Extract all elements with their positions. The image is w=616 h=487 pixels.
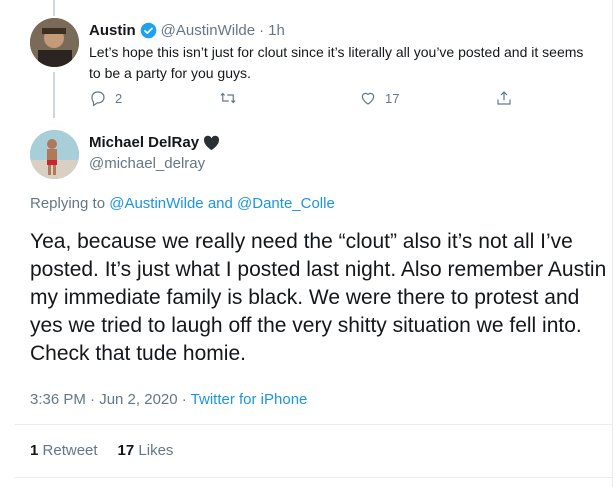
- avatar[interactable]: [30, 130, 79, 179]
- mention-link[interactable]: @AustinWilde: [109, 195, 203, 212]
- like-count: 17: [385, 90, 400, 106]
- like-label: Likes: [138, 442, 174, 459]
- like-stat[interactable]: 17 Likes: [118, 442, 174, 459]
- reply-button[interactable]: 2: [89, 89, 122, 107]
- reply-count: 2: [115, 90, 123, 106]
- author-name[interactable]: Michael DelRay: [89, 134, 199, 151]
- tweet-text: Let’s hope this isn’t just for clout sin…: [89, 44, 584, 81]
- replying-prefix: Replying to: [30, 195, 106, 212]
- tweet-timestamp[interactable]: 3:36 PM · Jun 2, 2020 ·: [30, 391, 187, 408]
- avatar[interactable]: [30, 18, 79, 67]
- tweet-text: Yea, because we really need the “clout” …: [30, 230, 607, 365]
- divider: [15, 477, 613, 478]
- share-icon: [497, 91, 511, 105]
- thread-line: [53, 72, 55, 118]
- replying-to: Replying to @AustinWilde and @Dante_Coll…: [30, 195, 335, 212]
- retweet-count: 1: [30, 442, 39, 459]
- thread-line-top: [53, 0, 55, 16]
- parent-tweet[interactable]: Austin @AustinWilde · 1h Let’s hope this…: [0, 0, 613, 118]
- author-handle[interactable]: @AustinWilde: [161, 22, 255, 39]
- retweet-button[interactable]: [219, 89, 245, 107]
- mention-link[interactable]: @Dante_Colle: [237, 195, 335, 212]
- separator: ·: [259, 21, 265, 39]
- retweet-stat[interactable]: 1 Retweet: [30, 442, 98, 459]
- divider: [15, 424, 613, 425]
- share-button[interactable]: [495, 89, 513, 107]
- tweet-actions: 2 17: [89, 89, 519, 111]
- tweet-time[interactable]: 1h: [268, 22, 285, 39]
- tweet-source[interactable]: Twitter for iPhone: [191, 391, 308, 408]
- author-name[interactable]: Austin: [89, 22, 136, 39]
- tweet-meta: 3:36 PM · Jun 2, 2020 · Twitter for iPho…: [30, 391, 307, 408]
- black-heart-icon: [204, 135, 220, 150]
- retweet-icon: [220, 92, 236, 104]
- like-icon: [361, 92, 375, 105]
- like-button[interactable]: 17: [359, 89, 399, 107]
- retweet-label: Retweet: [42, 442, 98, 459]
- like-count: 17: [117, 442, 135, 459]
- reply-icon: [91, 91, 105, 107]
- replying-and[interactable]: and: [208, 195, 233, 212]
- verified-badge-icon: [140, 22, 156, 38]
- tweet-stats: 1 Retweet 17 Likes: [30, 442, 193, 459]
- author-handle[interactable]: @michael_delray: [89, 155, 205, 172]
